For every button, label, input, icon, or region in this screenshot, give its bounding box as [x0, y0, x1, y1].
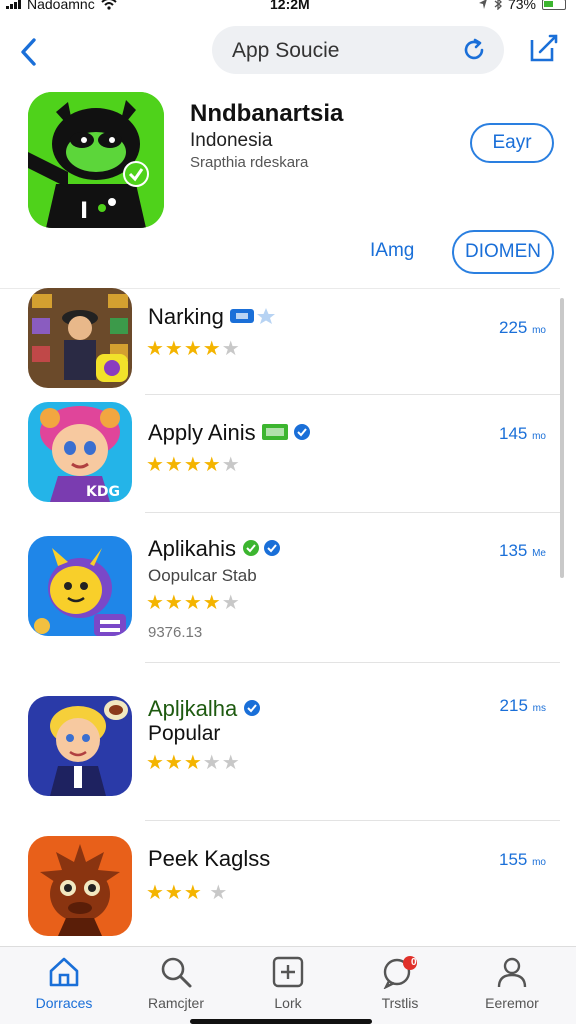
signal-icon [6, 0, 21, 9]
tag-badge-icon [229, 305, 276, 331]
verified-badge-icon [242, 537, 282, 563]
list-item[interactable]: KDG Apply Ainis ★★★★★ 145 mo [0, 402, 560, 512]
tab-label: Ramcjter [147, 995, 204, 1011]
tab-add[interactable]: Lork [238, 955, 338, 1011]
search-placeholder: App Soucie [232, 39, 340, 62]
tab-label: Trstlis [381, 995, 419, 1011]
featured-subtitle: Indonesia [190, 130, 273, 151]
tab-label: Lork [274, 995, 302, 1011]
featured-app[interactable]: I Nndbanartsia Indonesia Srapthia rdeska… [0, 90, 576, 280]
chevron-left-icon [21, 38, 36, 66]
game-poster-icon [28, 288, 132, 388]
more-link[interactable]: IAmg [370, 240, 414, 262]
list-item[interactable]: Aplikahis Oopulcar Stab ★★★★★ 9376.13 13… [0, 536, 560, 676]
list-item[interactable]: Apljkalha Popular ★★★★★ 215 ms [0, 696, 560, 806]
status-right: 73% [478, 0, 566, 12]
compose-icon[interactable] [528, 32, 560, 64]
svg-text:KDG: KDG [86, 484, 120, 500]
star-rating: ★★★★★ [146, 592, 241, 614]
divider [145, 394, 560, 395]
app-size: 215 ms [499, 696, 546, 715]
app-subtitle: Popular [148, 722, 221, 745]
wifi-icon [101, 0, 117, 10]
tab-home[interactable]: Dorraces [14, 955, 114, 1011]
list-item[interactable]: Narking ★★★★★ 225 mo [0, 288, 560, 396]
status-bar: Nadoamnc 12:2M 73% [0, 0, 576, 16]
app-name: Peek Kaglss [148, 846, 271, 871]
app-subtitle: Oopulcar Stab [148, 566, 257, 585]
tab-label: Dorraces [35, 995, 93, 1011]
verified-badge-icon [243, 697, 261, 723]
tab-profile[interactable]: Eeremor [462, 955, 562, 1011]
back-button[interactable] [14, 30, 44, 70]
svg-text:I: I [80, 199, 88, 224]
notification-badge: 0 [411, 957, 417, 968]
person-icon [497, 957, 527, 988]
nav-bar: App Soucie [0, 24, 576, 76]
tab-bar: Dorraces Ramcjter Lork Trstlis 0 Eeremor [0, 946, 576, 1024]
star-rating: ★★★★★ [146, 454, 241, 476]
app-size: 155 mo [498, 850, 546, 869]
featured-title: Nndbanartsia [190, 100, 344, 127]
app-size: 225 mo [498, 318, 546, 337]
cat-mascot-icon: I [28, 92, 164, 228]
star-rating: ★★★★★ [146, 752, 241, 774]
tab-messages[interactable]: Trstlis 0 [350, 955, 450, 1011]
divider [145, 820, 560, 821]
divider [145, 512, 560, 513]
app-name: Apljkalha [148, 696, 261, 723]
app-size: 145 mo [498, 424, 546, 443]
app-size: 135 Me [498, 541, 546, 560]
home-indicator [190, 1019, 372, 1024]
divider [145, 662, 560, 663]
battery-label: 73% [507, 0, 536, 12]
yellow-creature-icon [28, 536, 132, 636]
tab-label: Eeremor [485, 995, 539, 1011]
app-name: Aplikahis [148, 536, 282, 563]
home-icon [49, 957, 79, 987]
app-name: Apply Ainis [148, 420, 312, 447]
status-left: Nadoamnc [6, 0, 117, 12]
app-name: Narking [148, 304, 276, 331]
search-field[interactable]: App Soucie [212, 26, 504, 74]
list-item[interactable]: Peek Kaglss ★★★ ★ 155 mo [0, 836, 560, 946]
verified-badge-icon [261, 421, 312, 447]
star-rating: ★★★★★ [146, 338, 241, 360]
tab-search[interactable]: Ramcjter [126, 955, 226, 1011]
bluetooth-icon [494, 0, 502, 10]
scrollbar[interactable] [560, 298, 564, 578]
location-icon [478, 0, 487, 9]
star-rating: ★★★ ★ [146, 882, 229, 904]
pink-hair-character-icon: KDG [28, 402, 132, 502]
blonde-boy-icon [28, 696, 132, 796]
battery-icon [542, 0, 566, 10]
clock: 12:2M [270, 0, 310, 12]
plus-square-icon [272, 956, 304, 988]
carrier-label: Nadoamnc [27, 0, 95, 12]
app-meta: 9376.13 [148, 624, 203, 641]
open-button[interactable]: DIOMEN [452, 230, 554, 274]
refresh-icon[interactable] [460, 36, 488, 64]
search-icon [161, 957, 192, 988]
featured-description: Srapthia rdeskara [190, 154, 309, 171]
get-button[interactable]: Eayr [470, 123, 554, 163]
spiky-monster-icon [28, 836, 132, 936]
